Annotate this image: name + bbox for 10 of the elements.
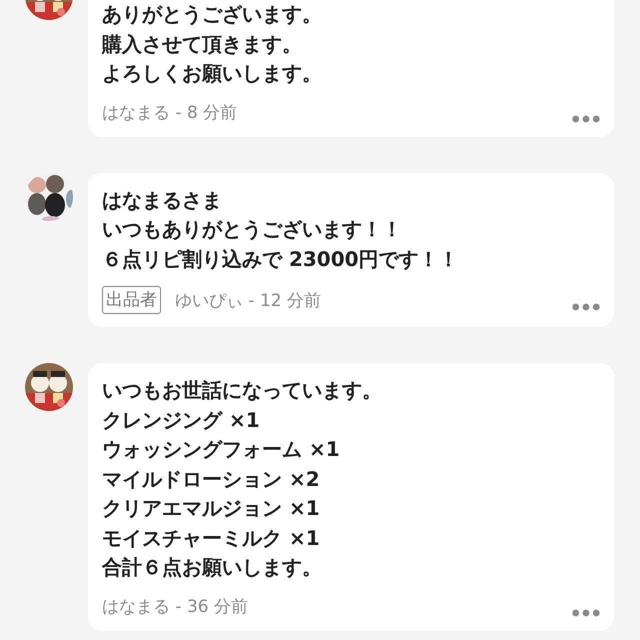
author-time: はなまる - 8 分前 <box>102 102 238 124</box>
more-icon[interactable] <box>572 609 600 617</box>
comment-text: いつもお世話になっています。 クレンジング ×1 ウォッシングフォーム ×1 マイルドローション ×2 クリアエマルジョン ×1 モイスチャーミルク ×1 合計６点お願いします。 <box>102 377 383 581</box>
author-time: はなまる - 36 分前 <box>102 596 249 618</box>
author-time: ゆいぴぃ - 12 分前 <box>175 290 322 312</box>
seller-label: 出品者 <box>102 286 161 314</box>
more-icon[interactable] <box>572 303 600 311</box>
more-icon[interactable] <box>572 115 600 123</box>
comment-text: はなまるさま いつもありがとうございます！！ ６点リピ割り込みで 23000円です！！ <box>102 186 460 272</box>
comment-text: ありがとうございます。 購入させて頂きます。 よろしくお願いします。 <box>102 1 323 87</box>
